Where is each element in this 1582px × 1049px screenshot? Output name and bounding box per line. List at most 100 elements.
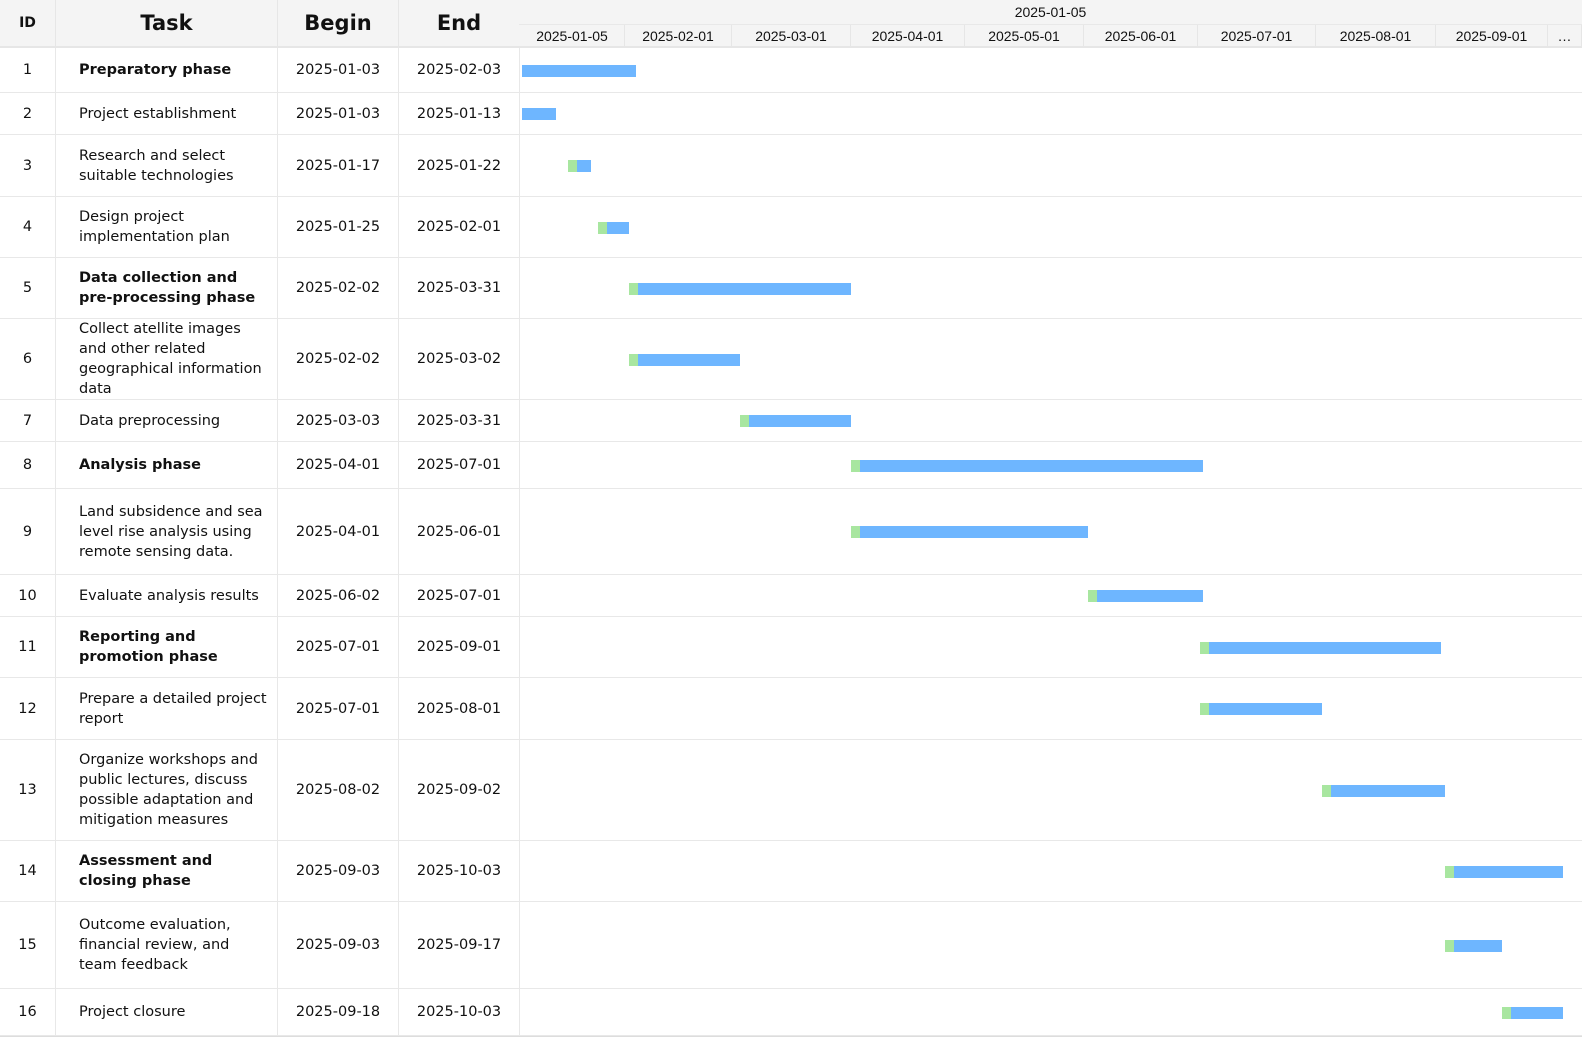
gantt-bar-progress <box>850 459 860 472</box>
task-end-text: 2025-08-01 <box>416 700 502 717</box>
task-begin-text: 2025-04-01 <box>295 523 381 540</box>
task-begin: 2025-01-25 <box>278 197 399 257</box>
gantt-bar[interactable] <box>1199 641 1441 654</box>
task-id-text: 9 <box>22 523 33 540</box>
gantt-bar[interactable] <box>567 160 591 172</box>
task-name: Data collection and pre-processing phase <box>56 258 278 318</box>
task-end-text: 2025-09-02 <box>416 782 502 798</box>
timeline-month: 2025-05-01 <box>965 25 1084 47</box>
task-id-text: 5 <box>22 280 33 296</box>
timeline-month: 2025-01-05 <box>520 25 625 47</box>
gantt-bar-progress <box>739 415 749 427</box>
task-end: 2025-02-03 <box>399 48 520 92</box>
task-end-text: 2025-01-13 <box>416 105 502 122</box>
table-row[interactable]: 2 Project establishment 2025-01-03 2025-01-… <box>0 93 1582 135</box>
timeline-month: 2025-07-01 <box>1198 25 1316 47</box>
table-row[interactable]: 14 Assessment and closing phase 2025-09-03… <box>0 841 1582 902</box>
task-begin-text: 2025-08-02 <box>295 782 381 798</box>
table-row[interactable]: 10 Evaluate analysis results 2025-06-02 202… <box>0 575 1582 617</box>
task-name: Data preprocessing <box>56 400 278 441</box>
table-row[interactable]: 8 Analysis phase 2025-04-01 2025-07-01 <box>0 442 1582 489</box>
task-id-text: 2 <box>22 105 33 122</box>
task-end: 2025-03-02 <box>399 319 520 399</box>
table-row[interactable]: 4 Design project implementation plan 2025-… <box>0 197 1582 258</box>
task-id: 7 <box>0 400 56 441</box>
gantt-bar-progress <box>1199 703 1209 715</box>
task-name: Project closure <box>56 989 278 1035</box>
task-id-text: 14 <box>18 863 37 879</box>
table-row[interactable]: 3 Research and select suitable technologi… <box>0 135 1582 197</box>
gantt-bar[interactable] <box>850 526 1089 538</box>
task-end: 2025-08-01 <box>399 678 520 739</box>
gantt-bar[interactable] <box>522 64 637 77</box>
gantt-bar[interactable] <box>850 459 1204 472</box>
task-end-text: 2025-03-31 <box>416 412 502 429</box>
gantt-bar[interactable] <box>522 108 557 120</box>
task-begin-text: 2025-09-03 <box>295 863 381 879</box>
task-begin: 2025-01-03 <box>278 93 399 134</box>
gantt-bar[interactable] <box>1502 1006 1563 1019</box>
gantt-bar[interactable] <box>1322 784 1445 797</box>
task-end: 2025-03-31 <box>399 400 520 441</box>
task-end-text: 2025-03-02 <box>416 351 502 367</box>
gantt-bar[interactable] <box>598 221 629 234</box>
task-end-text: 2025-10-03 <box>416 1004 502 1020</box>
table-row[interactable]: 12 Prepare a detailed project report 2025-… <box>0 678 1582 740</box>
task-begin: 2025-04-01 <box>278 442 399 488</box>
task-begin-text: 2025-02-02 <box>295 351 381 367</box>
task-end-text: 2025-06-01 <box>416 523 502 540</box>
task-id-text: 3 <box>22 157 33 174</box>
gantt-bar-progress <box>628 282 638 295</box>
task-end-text: 2025-07-01 <box>416 457 502 473</box>
column-header-begin[interactable]: Begin <box>278 0 399 48</box>
task-id: 11 <box>0 617 56 677</box>
table-row[interactable]: 1 Preparatory phase 2025-01-03 2025-02-03 <box>0 48 1582 93</box>
gantt-bar[interactable] <box>1088 590 1204 602</box>
table-row[interactable]: 6 Collect atellite images and other relat… <box>0 319 1582 400</box>
task-name: Preparatory phase <box>56 48 278 92</box>
table-row[interactable]: 7 Data preprocessing 2025-03-03 2025-03-31 <box>0 400 1582 442</box>
task-end-text: 2025-03-31 <box>416 280 502 296</box>
table-row[interactable]: 13 Organize workshops and public lectures… <box>0 740 1582 841</box>
task-id-text: 6 <box>22 351 33 367</box>
task-name-text: Reporting and promotion phase <box>79 629 218 665</box>
task-end: 2025-09-17 <box>399 902 520 988</box>
task-name-text: Prepare a detailed project report <box>79 690 267 727</box>
task-name-text: Preparatory phase <box>79 62 232 78</box>
gantt-bar[interactable] <box>739 415 851 427</box>
gantt-bar[interactable] <box>1444 939 1503 952</box>
task-end-text: 2025-09-17 <box>416 937 502 953</box>
gantt-bar[interactable] <box>628 282 851 295</box>
table-row[interactable]: 5 Data collection and pre-processing phas… <box>0 258 1582 319</box>
task-name-text: Design project implementation plan <box>79 209 230 245</box>
task-name: Research and select suitable technologie… <box>56 135 278 196</box>
table-row[interactable]: 11 Reporting and promotion phase 2025-07-0… <box>0 617 1582 678</box>
task-end: 2025-06-01 <box>399 489 520 574</box>
task-begin: 2025-09-03 <box>278 902 399 988</box>
table-row[interactable]: 15 Outcome evaluation, financial review, … <box>0 902 1582 989</box>
task-end: 2025-07-01 <box>399 575 520 616</box>
gantt-bar[interactable] <box>628 353 740 366</box>
task-begin: 2025-02-02 <box>278 258 399 318</box>
task-begin-text: 2025-01-03 <box>295 105 381 122</box>
column-header-task[interactable]: Task <box>56 0 278 48</box>
task-begin: 2025-08-02 <box>278 740 399 840</box>
task-name-text: Evaluate analysis results <box>79 587 259 604</box>
task-name: Reporting and promotion phase <box>56 617 278 677</box>
timeline-month: … <box>1548 25 1582 47</box>
task-id: 2 <box>0 93 56 134</box>
task-end: 2025-09-02 <box>399 740 520 840</box>
column-header-id[interactable]: ID <box>0 0 56 48</box>
task-name-text: Collect atellite images and other relate… <box>79 321 262 397</box>
table-row[interactable]: 9 Land subsidence and sea level rise anal… <box>0 489 1582 575</box>
gantt-bar[interactable] <box>1199 703 1323 715</box>
column-header-end[interactable]: End <box>399 0 520 48</box>
task-begin-text: 2025-01-17 <box>295 157 381 174</box>
task-begin-text: 2025-09-18 <box>295 1004 381 1020</box>
task-end: 2025-01-22 <box>399 135 520 196</box>
task-id: 16 <box>0 989 56 1035</box>
task-name: Assessment and closing phase <box>56 841 278 901</box>
gantt-bar[interactable] <box>1444 865 1563 878</box>
table-row[interactable]: 16 Project closure 2025-09-18 2025-10-03 <box>0 989 1582 1036</box>
task-begin: 2025-07-01 <box>278 617 399 677</box>
